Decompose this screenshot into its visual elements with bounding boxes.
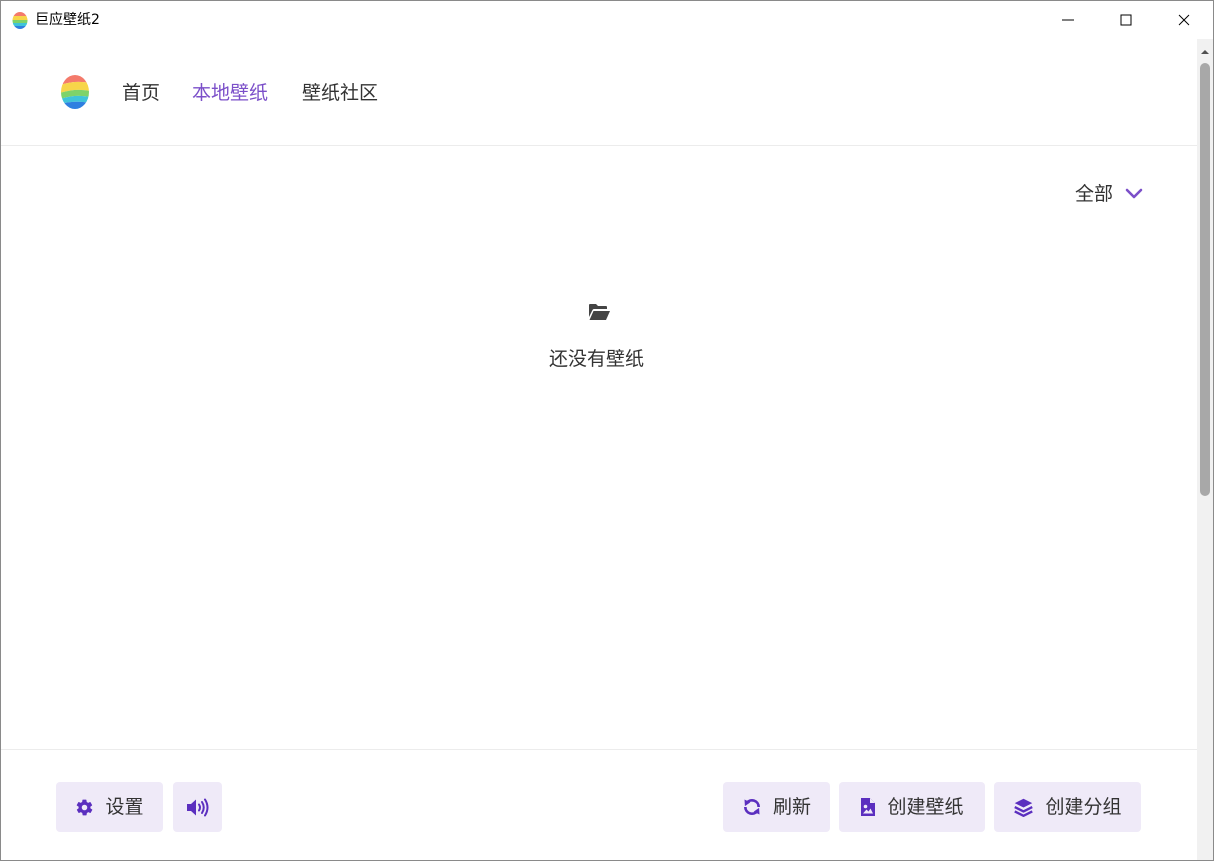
bottom-toolbar: 设置 刷新 创建壁纸 创建分组 — [1, 749, 1197, 860]
sound-toggle-button[interactable] — [173, 782, 222, 832]
create-wallpaper-button[interactable]: 创建壁纸 — [839, 782, 985, 832]
close-button[interactable] — [1155, 1, 1213, 39]
layers-icon — [1014, 798, 1034, 817]
window-title: 巨应壁纸2 — [35, 12, 100, 28]
minimize-icon — [1062, 19, 1074, 21]
create-group-button[interactable]: 创建分组 — [994, 782, 1141, 832]
close-icon — [1178, 14, 1190, 26]
filter-dropdown[interactable]: 全部 — [1075, 181, 1143, 207]
maximize-icon — [1120, 14, 1132, 26]
filter-label: 全部 — [1075, 183, 1114, 205]
scroll-up-arrow-icon[interactable] — [1197, 45, 1213, 59]
nav-item-wallpaper-community[interactable]: 壁纸社区 — [302, 80, 378, 106]
nav-item-home[interactable]: 首页 — [122, 80, 160, 106]
chevron-down-icon — [1125, 188, 1143, 199]
gear-icon — [77, 799, 93, 815]
settings-button[interactable]: 设置 — [56, 782, 163, 832]
app-logo-icon — [12, 12, 28, 29]
refresh-icon — [743, 798, 760, 816]
refresh-button[interactable]: 刷新 — [723, 782, 830, 832]
refresh-label: 刷新 — [772, 796, 811, 818]
create-group-label: 创建分组 — [1045, 796, 1122, 818]
empty-state-text: 还没有壁纸 — [549, 348, 645, 370]
minimize-button[interactable] — [1039, 1, 1097, 39]
volume-icon — [186, 798, 208, 816]
egg-logo-icon — [61, 75, 89, 109]
settings-label: 设置 — [105, 796, 144, 818]
app-window: 巨应壁纸2 首页 本地壁纸 壁纸社区 全部 还没有壁纸 设置 刷新 创建壁纸 创… — [0, 0, 1214, 861]
maximize-button[interactable] — [1097, 1, 1155, 39]
title-bar[interactable]: 巨应壁纸2 — [1, 1, 1213, 39]
scrollbar-thumb[interactable] — [1200, 63, 1210, 496]
nav-item-local-wallpaper[interactable]: 本地壁纸 — [192, 80, 268, 106]
top-nav: 首页 本地壁纸 壁纸社区 — [1, 39, 1197, 146]
image-file-icon — [861, 798, 876, 816]
vertical-scrollbar[interactable] — [1197, 39, 1213, 860]
create-wallpaper-label: 创建壁纸 — [887, 796, 964, 818]
folder-open-icon — [589, 304, 610, 320]
